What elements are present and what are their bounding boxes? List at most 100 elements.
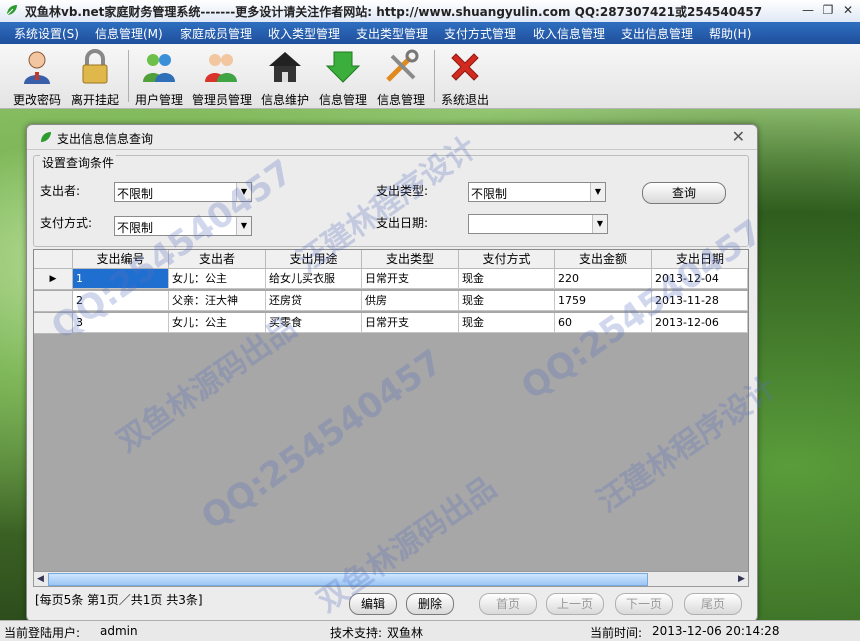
- column-header[interactable]: 支出者: [169, 250, 266, 269]
- chevron-down-icon[interactable]: ▼: [236, 217, 251, 235]
- column-header[interactable]: 支付方式: [459, 250, 555, 269]
- toolbar-separator: [128, 50, 129, 102]
- column-header[interactable]: 支出类型: [362, 250, 459, 269]
- chevron-down-icon[interactable]: ▼: [236, 183, 251, 201]
- menu-income-types[interactable]: 收入类型管理: [268, 25, 340, 42]
- tool-label: 信息维护: [260, 93, 309, 107]
- row-header-corner: [34, 250, 73, 269]
- group-title: 设置查询条件: [40, 154, 117, 171]
- table-cell[interactable]: 3: [73, 313, 169, 333]
- query-conditions-group: 设置查询条件 支出者: 不限制 ▼ 支付方式: 不限制 ▼ 支出类型: 不限制 …: [33, 154, 749, 247]
- prev-page-button[interactable]: 上一页: [546, 593, 604, 615]
- dialog-title: 支出信息信息查询: [57, 132, 154, 146]
- expense-type-value: 不限制: [471, 187, 508, 201]
- column-header[interactable]: 支出编号: [73, 250, 169, 269]
- table-cell[interactable]: 1: [73, 269, 169, 289]
- column-header[interactable]: 支出用途: [266, 250, 362, 269]
- chevron-down-icon[interactable]: ▼: [590, 183, 605, 201]
- chevron-down-icon[interactable]: ▼: [592, 215, 607, 233]
- table-cell[interactable]: 供房: [362, 291, 459, 311]
- support-value: 双鱼林: [387, 626, 424, 640]
- table-cell[interactable]: 女儿：公主: [169, 269, 266, 289]
- user-key-icon: [24, 51, 50, 84]
- spender-value: 不限制: [117, 187, 154, 201]
- table-cell[interactable]: 日常开支: [362, 313, 459, 333]
- row-header[interactable]: [34, 313, 73, 334]
- menu-help[interactable]: 帮助(H): [709, 25, 751, 42]
- exit-button[interactable]: 系统退出: [436, 48, 494, 108]
- table-cell[interactable]: 给女儿买衣服: [266, 269, 362, 289]
- table-cell[interactable]: 2013-12-04: [652, 269, 748, 289]
- tool-label: 用户管理: [134, 93, 183, 107]
- scrollbar-thumb[interactable]: [48, 573, 648, 586]
- delete-button[interactable]: 删除: [406, 593, 454, 615]
- column-header[interactable]: 支出日期: [652, 250, 748, 269]
- menu-income-info[interactable]: 收入信息管理: [533, 25, 605, 42]
- table-cell[interactable]: 现金: [459, 269, 555, 289]
- menu-system-settings[interactable]: 系统设置(S): [14, 25, 79, 42]
- info-maintenance-button[interactable]: 信息维护: [256, 48, 314, 108]
- house-icon: [269, 52, 301, 82]
- pagination-info: [每页5条 第1页／共1页 共3条]: [35, 593, 203, 607]
- tool-label: 信息管理: [376, 93, 425, 107]
- exit-x-icon: [451, 53, 479, 81]
- table-cell[interactable]: 父亲：汪大神: [169, 291, 266, 311]
- current-user-label: 当前登陆用户:: [4, 626, 81, 640]
- menu-expense-types[interactable]: 支出类型管理: [356, 25, 428, 42]
- menu-expense-info[interactable]: 支出信息管理: [621, 25, 693, 42]
- table-cell[interactable]: 现金: [459, 313, 555, 333]
- tool-label: 离开挂起: [70, 93, 119, 107]
- table-cell[interactable]: 女儿：公主: [169, 313, 266, 333]
- spender-select[interactable]: 不限制 ▼: [114, 182, 252, 202]
- first-page-button[interactable]: 首页: [479, 593, 537, 615]
- toolbar: 更改密码 离开挂起 用户管理 管理员管理 信息维护 信息管理 信息管理 系统退出: [0, 44, 860, 109]
- menu-info-management[interactable]: 信息管理(M): [95, 25, 163, 42]
- restore-button[interactable]: ❐: [818, 2, 838, 19]
- admin-management-button[interactable]: 管理员管理: [192, 48, 252, 108]
- table-cell[interactable]: 2013-12-06: [652, 313, 748, 333]
- menu-family-members[interactable]: 家庭成员管理: [180, 25, 252, 42]
- dialog-close-icon[interactable]: ✕: [732, 127, 745, 146]
- table-cell[interactable]: 2013-11-28: [652, 291, 748, 311]
- pay-type-select[interactable]: 不限制 ▼: [114, 216, 252, 236]
- expense-type-label: 支出类型:: [376, 184, 429, 198]
- menu-payment-methods[interactable]: 支付方式管理: [444, 25, 516, 42]
- minimize-button[interactable]: —: [798, 2, 818, 19]
- lock-suspend-button[interactable]: 离开挂起: [66, 48, 124, 108]
- dialog-leaf-icon: [41, 132, 51, 142]
- window-close-button[interactable]: ✕: [838, 2, 858, 19]
- table-cell[interactable]: 2: [73, 291, 169, 311]
- column-header[interactable]: 支出金额: [555, 250, 652, 269]
- table-cell[interactable]: 现金: [459, 291, 555, 311]
- scroll-right-icon[interactable]: ▶: [735, 572, 748, 586]
- toolbar-separator: [434, 50, 435, 102]
- tools-icon: [386, 49, 419, 82]
- row-header[interactable]: ▶: [34, 269, 73, 290]
- spender-label: 支出者:: [40, 184, 81, 198]
- info-management-button-2[interactable]: 信息管理: [372, 48, 430, 108]
- last-page-button[interactable]: 尾页: [684, 593, 742, 615]
- table-cell[interactable]: 60: [555, 313, 652, 333]
- table-cell[interactable]: 220: [555, 269, 652, 289]
- next-page-button[interactable]: 下一页: [615, 593, 673, 615]
- query-button[interactable]: 查询: [642, 182, 726, 204]
- table-cell[interactable]: 日常开支: [362, 269, 459, 289]
- edit-button[interactable]: 编辑: [349, 593, 397, 615]
- app-leaf-icon: [6, 5, 17, 16]
- expense-type-select[interactable]: 不限制 ▼: [468, 182, 606, 202]
- scroll-left-icon[interactable]: ◀: [34, 572, 47, 586]
- user-management-button[interactable]: 用户管理: [130, 48, 188, 108]
- green-arrow-icon: [325, 51, 361, 83]
- date-label: 支出日期:: [376, 216, 429, 230]
- table-cell[interactable]: 还房贷: [266, 291, 362, 311]
- users-icon: [143, 54, 175, 82]
- expense-grid: 支出编号 支出者 支出用途 支出类型 支付方式 支出金额 支出日期 ▶ 1 女儿…: [33, 249, 749, 585]
- current-time-label: 当前时间:: [590, 626, 643, 640]
- table-cell[interactable]: 1759: [555, 291, 652, 311]
- info-management-button-1[interactable]: 信息管理: [314, 48, 372, 108]
- date-picker[interactable]: ▼: [468, 214, 608, 234]
- row-header[interactable]: [34, 291, 73, 312]
- horizontal-scrollbar[interactable]: ◀ ▶: [33, 571, 749, 587]
- change-password-button[interactable]: 更改密码: [8, 48, 66, 108]
- table-cell[interactable]: 买零食: [266, 313, 362, 333]
